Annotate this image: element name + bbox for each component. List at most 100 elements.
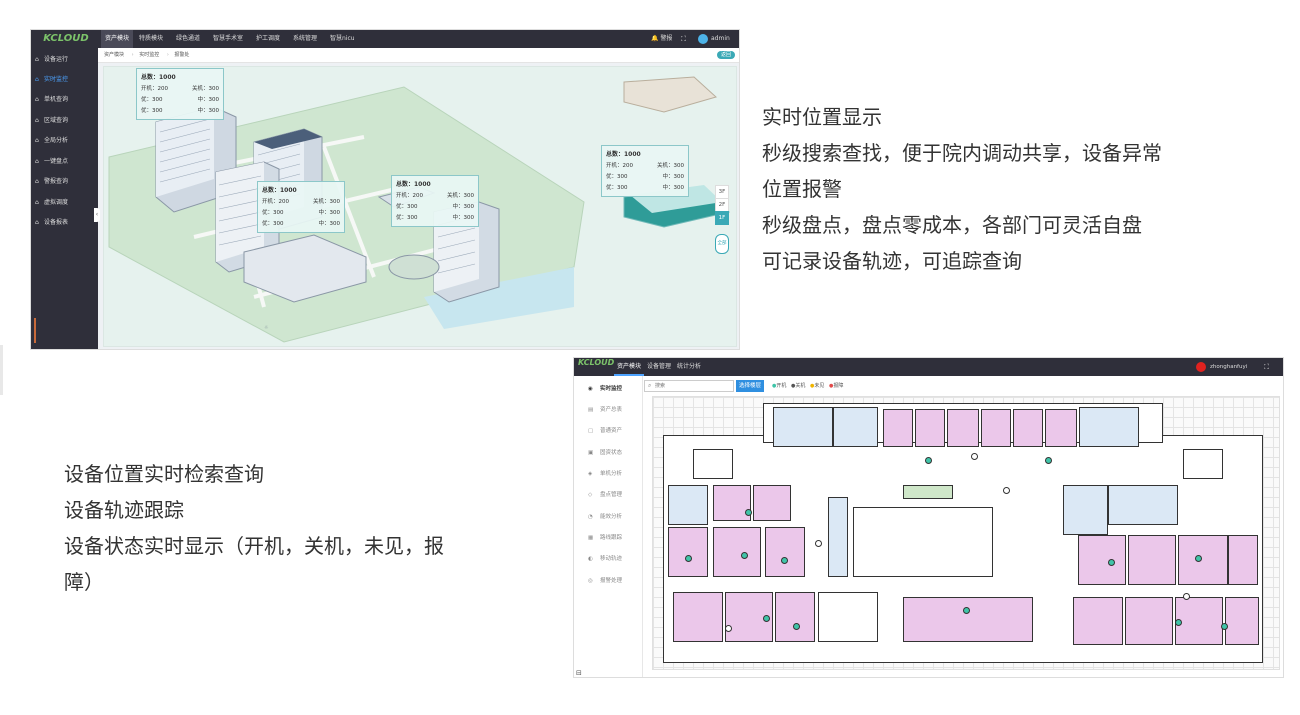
device-marker[interactable]: [971, 453, 978, 460]
search-input[interactable]: [655, 381, 731, 391]
device-marker[interactable]: [763, 615, 770, 622]
breadcrumb-item[interactable]: 资产模块: [104, 52, 124, 58]
alarm-button[interactable]: 🔔 警报: [651, 30, 672, 48]
room[interactable]: [903, 597, 1033, 642]
nav-nicu[interactable]: 智慧nicu: [326, 30, 359, 48]
nav-green-channel[interactable]: 绿色通道: [172, 30, 204, 48]
sidebar-item-device-run[interactable]: ⌂ 设备运行: [35, 53, 97, 67]
room[interactable]: [668, 485, 708, 525]
device-marker[interactable]: [725, 625, 732, 632]
sidebar-item-area[interactable]: ⌂ 区域查询: [35, 114, 97, 128]
sidebar-item-global[interactable]: ⌂ 全局分析: [35, 134, 97, 148]
show-all-button[interactable]: 全部: [715, 234, 729, 254]
room[interactable]: [1045, 409, 1077, 447]
floor-1f-button[interactable]: 1F: [715, 211, 729, 225]
room[interactable]: [1063, 485, 1108, 535]
room[interactable]: [1228, 535, 1258, 585]
room[interactable]: [713, 527, 761, 577]
room[interactable]: [1175, 597, 1223, 645]
device-marker[interactable]: [1108, 559, 1115, 566]
device-marker[interactable]: [925, 457, 932, 464]
room[interactable]: [1108, 485, 1178, 525]
nav-statistics[interactable]: 统计分析: [674, 358, 704, 376]
room[interactable]: [673, 592, 723, 642]
user-name[interactable]: admin: [711, 30, 730, 48]
floor-3f-button[interactable]: 3F: [715, 185, 729, 199]
room[interactable]: [773, 407, 833, 447]
room[interactable]: [903, 485, 953, 499]
room[interactable]: [1013, 409, 1043, 447]
device-marker[interactable]: [1003, 487, 1010, 494]
room[interactable]: [775, 592, 815, 642]
room[interactable]: [883, 409, 913, 447]
sidebar-item-asset-table[interactable]: ▤ 资产总表: [588, 403, 642, 417]
user-name[interactable]: zhonghanfuyi: [1210, 358, 1247, 376]
sidebar-item-energy[interactable]: ◔ 能效分析: [588, 510, 642, 524]
room[interactable]: [713, 485, 751, 521]
sidebar-item-inventory[interactable]: ⌂ 一键盘点: [35, 155, 97, 169]
room[interactable]: [1079, 407, 1139, 447]
device-marker[interactable]: [741, 552, 748, 559]
nav-asset-module[interactable]: 资产模块: [101, 30, 134, 48]
room[interactable]: [1078, 535, 1126, 585]
stat-card[interactable]: 总数：1000 开机：200 关机：300 优：300 中：300 优：300 中：3…: [391, 175, 479, 227]
collapse-icon[interactable]: ⊟: [576, 669, 582, 677]
fullscreen-icon[interactable]: ⛶: [681, 30, 686, 48]
avatar[interactable]: [1196, 362, 1206, 372]
nav-device-management[interactable]: 设备管理: [644, 358, 674, 376]
room[interactable]: [668, 527, 708, 577]
collapse-sidebar-icon[interactable]: ‹: [94, 208, 100, 222]
stat-card[interactable]: 总数：1000 开机：200 关机：300 优：300 中：300 优：300 中：3…: [136, 68, 224, 120]
nav-smart-surgery[interactable]: 智慧手术室: [209, 30, 247, 48]
sidebar-item-realtime[interactable]: ◉ 实时监控: [588, 382, 642, 396]
sidebar-item-report[interactable]: ⌂ 设备报表: [35, 216, 97, 230]
return-button[interactable]: 返回: [717, 51, 736, 59]
device-marker[interactable]: [745, 509, 752, 516]
room[interactable]: [765, 527, 805, 577]
device-marker[interactable]: [1221, 623, 1228, 630]
nav-system[interactable]: 系统管理: [289, 30, 321, 48]
room[interactable]: [981, 409, 1011, 447]
device-marker[interactable]: [963, 607, 970, 614]
sidebar-item-normal-asset[interactable]: ▢ 普通资产: [588, 424, 642, 438]
device-marker[interactable]: [1183, 593, 1190, 600]
search-box[interactable]: ⌕: [644, 380, 734, 392]
device-marker[interactable]: [1195, 555, 1202, 562]
stat-card[interactable]: 总数：1000 开机：200 关机：300 优：300 中：300 优：300 中：3…: [257, 181, 345, 233]
sidebar-item-fixed-asset[interactable]: ▣ 固资状态: [588, 446, 642, 460]
room[interactable]: [1073, 597, 1123, 645]
stat-card[interactable]: 总数：1000 开机：200 关机：300 优：300 中：300 优：300 中：3…: [601, 145, 689, 197]
fullscreen-icon[interactable]: ⛶: [1264, 358, 1269, 376]
sidebar-item-dispatch[interactable]: ⌂ 虚拟调度: [35, 196, 97, 210]
room[interactable]: [1178, 535, 1228, 585]
legend-label: 未见: [814, 383, 825, 389]
sidebar-item-inventory[interactable]: ◇ 盘点管理: [588, 488, 642, 502]
sidebar-item-route[interactable]: ▦ 路线跟踪: [588, 531, 642, 545]
sidebar-item-realtime[interactable]: ⌂ 实时监控: [35, 73, 97, 87]
device-marker[interactable]: [815, 540, 822, 547]
device-marker[interactable]: [793, 623, 800, 630]
nav-special-module[interactable]: 特质模块: [135, 30, 167, 48]
avatar[interactable]: [698, 34, 708, 44]
sidebar-item-alarm[interactable]: ◎ 报警处理: [588, 574, 642, 588]
nav-asset-module[interactable]: 资产模块: [614, 358, 645, 376]
room[interactable]: [833, 407, 878, 447]
room[interactable]: [947, 409, 979, 447]
sidebar-item-trajectory[interactable]: ◐ 移动轨迹: [588, 552, 642, 566]
room[interactable]: [1225, 597, 1259, 645]
select-floor-button[interactable]: 选择楼层: [736, 380, 765, 392]
device-marker[interactable]: [685, 555, 692, 562]
room[interactable]: [915, 409, 945, 447]
room[interactable]: [1128, 535, 1176, 585]
room[interactable]: [1125, 597, 1173, 645]
sidebar-item-single-analysis[interactable]: ◈ 单机分析: [588, 467, 642, 481]
device-marker[interactable]: [1045, 457, 1052, 464]
device-marker[interactable]: [781, 557, 788, 564]
breadcrumb-item[interactable]: 实时监控: [139, 52, 159, 58]
sidebar-item-alarm[interactable]: ⌂ 警报查询: [35, 175, 97, 189]
floor-2f-button[interactable]: 2F: [715, 198, 729, 212]
nav-caregiver[interactable]: 护工调度: [252, 30, 284, 48]
room[interactable]: [753, 485, 791, 521]
device-marker[interactable]: [1175, 619, 1182, 626]
sidebar-item-single[interactable]: ⌂ 单机查询: [35, 93, 97, 107]
